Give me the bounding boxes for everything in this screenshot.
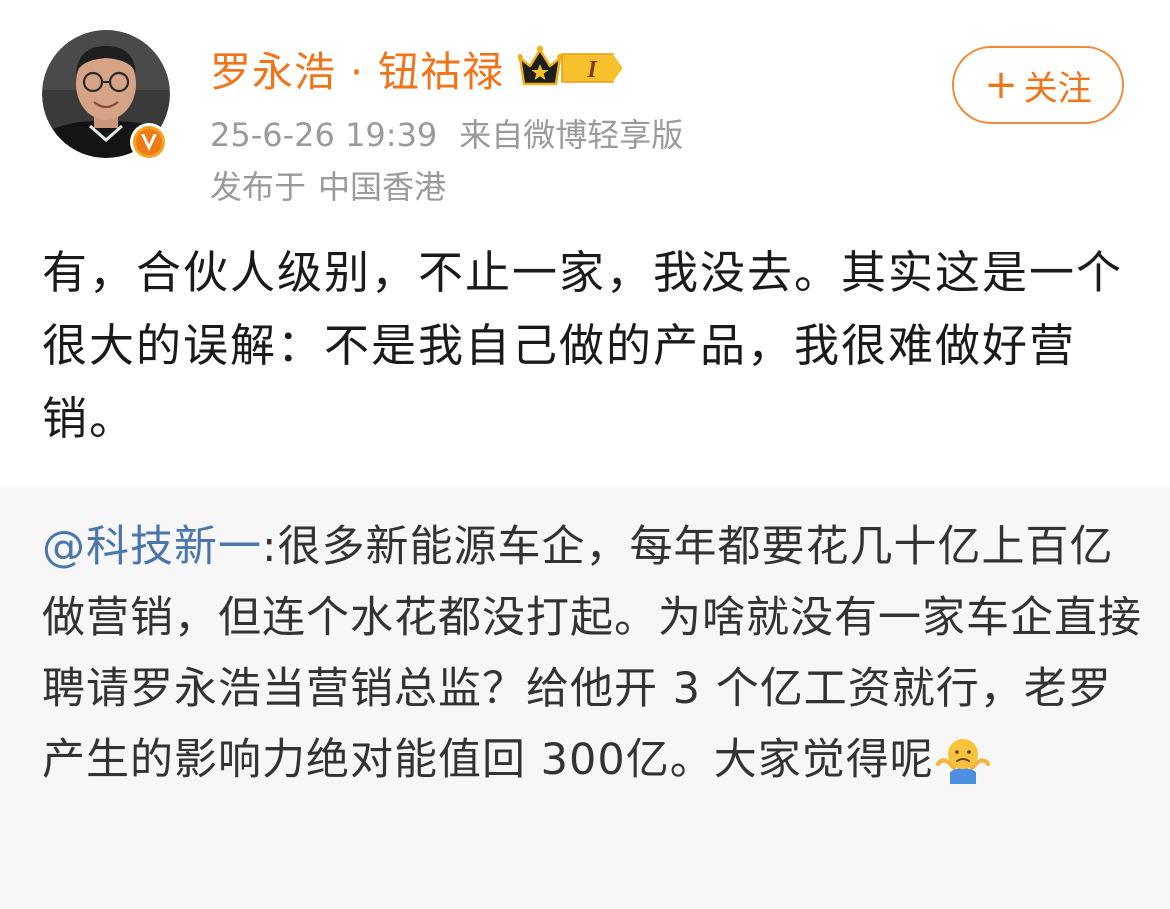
post-source[interactable]: 来自微博轻享版	[459, 116, 683, 154]
follow-button[interactable]: + 关注	[952, 46, 1124, 124]
name-row: 罗永浩 · 钮祜禄 I	[210, 38, 628, 98]
follow-label: 关注	[1023, 68, 1092, 109]
vip-level-text: I	[586, 57, 598, 83]
post-meta: 25-6-26 19:39 来自微博轻享版	[210, 110, 683, 156]
plus-icon: +	[984, 62, 1018, 108]
user-name[interactable]: 罗永浩 · 钮祜禄	[210, 38, 504, 98]
shrug-emoji-icon	[935, 739, 990, 784]
post-text: 有，合伙人级别，不止一家，我没去。其实这是一个很大的误解：不是我自己做的产品，我…	[42, 246, 1124, 445]
location-prefix: 发布于	[210, 168, 307, 206]
post-date: 25-6-26 19:39	[210, 116, 438, 154]
post-location: 中国香港	[318, 168, 447, 206]
verified-badge-icon	[130, 123, 168, 161]
mention-link[interactable]: @科技新一	[42, 522, 262, 572]
avatar[interactable]	[42, 30, 170, 161]
vip-crown-badge-icon[interactable]: I	[518, 44, 628, 92]
repost-card[interactable]: @科技新一:很多新能源车企，每年都要花几十亿上百亿做营销，但连个水花都没打起。为…	[0, 486, 1170, 909]
repost-text-block: @科技新一:很多新能源车企，每年都要花几十亿上百亿做营销，但连个水花都没打起。为…	[42, 512, 1142, 796]
weibo-post-page: 罗永浩 · 钮祜禄 I 25-6-26 19:39 来自微博轻享版 发布于 中国香港…	[0, 0, 1170, 909]
post-location-line: 发布于 中国香港	[210, 162, 446, 208]
